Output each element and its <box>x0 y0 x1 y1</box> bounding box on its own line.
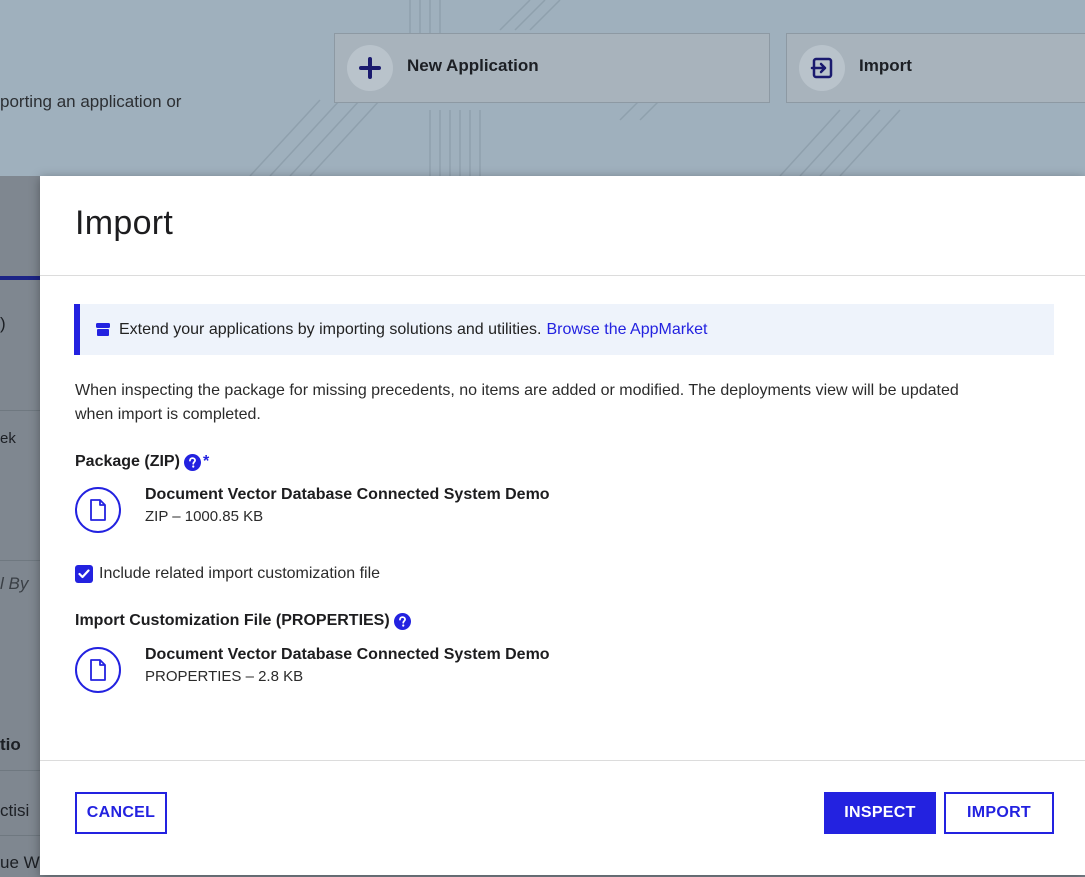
store-icon <box>96 323 110 336</box>
background-text-fragment: ek <box>0 430 16 447</box>
background-text-fragment: ) <box>0 314 6 333</box>
appmarket-info-banner: Extend your applications by importing so… <box>74 304 1054 355</box>
header-divider <box>40 275 1085 276</box>
customization-label: Import Customization File (PROPERTIES) <box>75 612 411 630</box>
document-icon <box>75 647 121 693</box>
import-tile[interactable]: Import <box>786 33 1085 103</box>
import-button[interactable]: IMPORT <box>944 792 1054 834</box>
include-customization-checkbox-row[interactable]: Include related import customization fil… <box>75 565 380 583</box>
package-file-name: Document Vector Database Connected Syste… <box>145 486 550 503</box>
dialog-title: Import <box>75 204 174 242</box>
background-text-fragment: ue W <box>0 853 40 872</box>
package-label: Package (ZIP) * <box>75 453 209 471</box>
browse-appmarket-link[interactable]: Browse the AppMarket <box>546 321 707 339</box>
background-divider <box>0 560 40 561</box>
info-text: Extend your applications by importing so… <box>119 320 542 338</box>
customization-label-text: Import Customization File (PROPERTIES) <box>75 612 390 629</box>
customization-file-name: Document Vector Database Connected Syste… <box>145 646 550 663</box>
include-customization-checkbox[interactable] <box>75 565 93 583</box>
new-application-tile[interactable]: New Application <box>334 33 770 103</box>
background-divider <box>0 770 40 771</box>
package-file-item: Document Vector Database Connected Syste… <box>75 484 550 533</box>
background-text-fragment: l By <box>0 574 29 593</box>
customization-file-item: Document Vector Database Connected Syste… <box>75 644 550 693</box>
document-icon <box>75 487 121 533</box>
customization-file-meta: PROPERTIES – 2.8 KB <box>145 668 304 685</box>
package-file-meta: ZIP – 1000.85 KB <box>145 508 264 525</box>
import-tile-label: Import <box>859 56 912 75</box>
required-asterisk: * <box>202 453 210 470</box>
help-icon[interactable] <box>183 453 201 471</box>
inspect-description: When inspecting the package for missing … <box>75 382 959 423</box>
include-customization-label: Include related import customization fil… <box>99 565 381 582</box>
background-divider <box>0 835 40 836</box>
background-banner: porting an application or New Applicatio… <box>0 0 1085 176</box>
import-dialog: Import Extend your applications by impor… <box>40 176 1085 875</box>
new-application-label: New Application <box>407 56 539 75</box>
background-text-fragment: tio <box>0 735 21 754</box>
cancel-button[interactable]: CANCEL <box>75 792 167 834</box>
banner-text-fragment: porting an application or <box>0 92 182 111</box>
footer-divider <box>40 760 1085 761</box>
package-label-text: Package (ZIP) <box>75 453 180 470</box>
background-tab-indicator <box>0 276 40 280</box>
background-divider <box>0 410 40 411</box>
checkmark-icon <box>78 569 90 579</box>
import-arrow-icon <box>799 45 845 91</box>
inspect-button[interactable]: INSPECT <box>824 792 936 834</box>
help-icon[interactable] <box>393 612 411 630</box>
background-text-fragment: ctisi <box>0 801 30 820</box>
plus-icon <box>347 45 393 91</box>
